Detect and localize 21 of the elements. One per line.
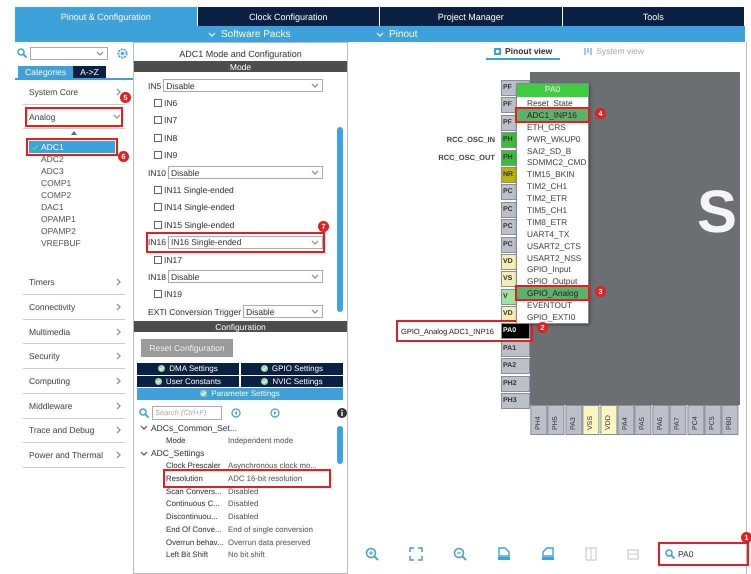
chip-marking: S bbox=[696, 177, 737, 246]
checkbox-label: IN7 bbox=[164, 115, 178, 126]
checkbox-label: IN9 bbox=[164, 150, 178, 160]
field-label: IN10 bbox=[148, 168, 166, 178]
menu-header: PA0 bbox=[517, 84, 588, 97]
checkbox-label: IN6 bbox=[164, 98, 178, 108]
field-label: IN16 bbox=[148, 237, 166, 248]
checkbox-label: IN15 Single-ended bbox=[164, 220, 234, 230]
section-header: Mode bbox=[134, 61, 347, 72]
field-label: IN5 bbox=[148, 80, 162, 91]
checkbox-label: IN14 Single-ended bbox=[164, 202, 234, 212]
checkbox-label: IN19 bbox=[164, 289, 182, 300]
section-header: Configuration bbox=[134, 321, 347, 332]
group-label: ADC_Settings bbox=[151, 448, 204, 458]
checkbox-label: IN8 bbox=[164, 132, 178, 143]
checkbox-label: IN17 bbox=[164, 254, 182, 265]
field-label: EXTI Conversion Trigger bbox=[148, 306, 242, 317]
checkbox-label: IN11 Single-ended bbox=[164, 185, 234, 196]
field-label: IN18 bbox=[148, 272, 166, 282]
panel-title: ADC1 Mode and Configuration bbox=[178, 48, 303, 61]
group-label: ADCs_Common_Set... bbox=[151, 422, 237, 433]
